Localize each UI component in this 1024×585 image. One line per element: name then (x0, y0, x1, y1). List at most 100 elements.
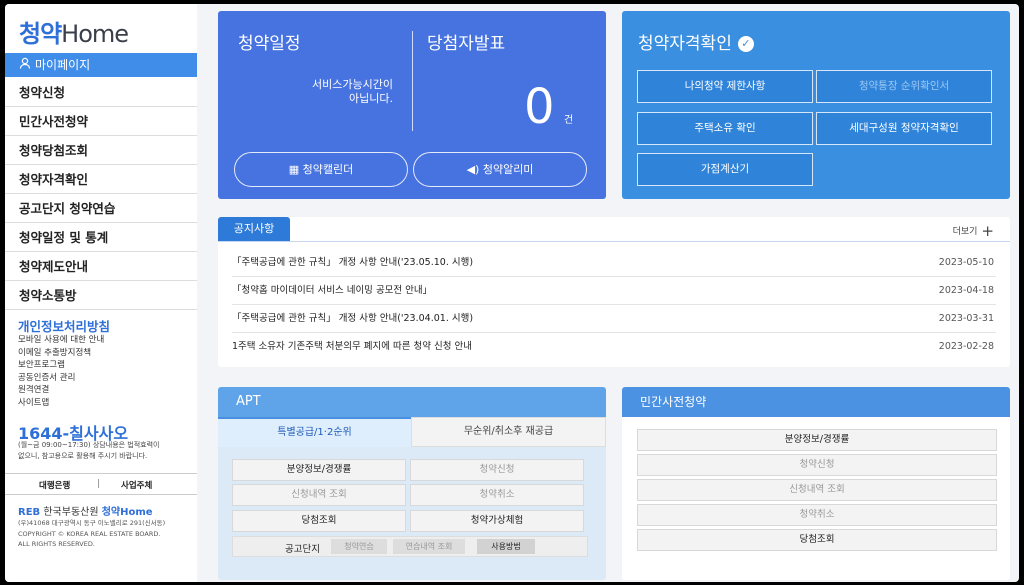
practice-history-chip[interactable]: 연습내역 조회 (393, 539, 465, 554)
apply-history-button[interactable]: 신청내역 조회 (232, 484, 406, 506)
tab-special-supply[interactable]: 특별공급/1·2순위 (218, 417, 411, 447)
footer-links: 모바일 사용에 대한 안내 이메일 추출방지정책 보안프로그램 공동인증서 관리… (18, 334, 104, 410)
sidebar-item-qualification[interactable]: 청약자격확인 (5, 165, 197, 194)
divider (412, 31, 413, 131)
link-certificate[interactable]: 공동인증서 관리 (18, 372, 104, 385)
notice-row[interactable]: 「주택공급에 관한 규칙」 개정 사항 안내('23.05.10. 시행) 202… (232, 249, 996, 277)
link-remote[interactable]: 원격연결 (18, 384, 104, 397)
reb-mark: REB (18, 507, 41, 518)
house-ownership-button[interactable]: 주택소유 확인 (637, 112, 813, 145)
how-to-use-chip[interactable]: 사용방법 (477, 539, 535, 554)
sidebar-menu: 청약신청 민간사전청약 청약당첨조회 청약자격확인 공고단지 청약연습 청약일정… (5, 78, 197, 310)
reb-name: 한국부동산원 (43, 507, 99, 518)
hours-note: (월~금 09:00~17:30) 상담내용은 법적효력이 없으니, 참고용으로… (18, 440, 193, 462)
private-winner-button[interactable]: 당첨조회 (637, 529, 997, 551)
winner-count: 0 (524, 79, 555, 135)
sidebar-item-private-pre[interactable]: 민간사전청약 (5, 107, 197, 136)
divider (218, 241, 1010, 242)
copyright-line: ALL RIGHTS RESERVED. (18, 540, 95, 548)
qualification-title: 청약자격확인 ✓ (638, 29, 754, 54)
bank-link[interactable]: 대행은행 (39, 479, 70, 491)
sale-info-button[interactable]: 분양정보/경쟁률 (232, 459, 406, 481)
sidebar-item-system-guide[interactable]: 청약제도안내 (5, 252, 197, 281)
more-link[interactable]: 더보기 + (953, 222, 994, 240)
page: 청약Home 마이페이지 청약신청 민간사전청약 청약당첨조회 청약자격확인 공… (5, 4, 1019, 582)
notice-date: 2023-02-28 (938, 341, 994, 352)
link-email-policy[interactable]: 이메일 추출방지정책 (18, 347, 104, 360)
private-pre-panel: 민간사전청약 분양정보/경쟁률 청약신청 신청내역 조회 청약취소 당첨조회 (622, 387, 1010, 580)
notice-title: 「주택공급에 관한 규칙」 개정 사항 안내('23.04.01. 시행) (232, 313, 474, 324)
sidebar-item-schedule-stats[interactable]: 청약일정 및 통계 (5, 223, 197, 252)
hours-line: 없으니, 참고용으로 활용해 주시기 바랍니다. (18, 452, 148, 460)
notice-row[interactable]: 「주택공급에 관한 규칙」 개정 사항 안내('23.04.01. 시행) 202… (232, 305, 996, 333)
alarm-button[interactable]: ◀) 청약알리미 (413, 152, 587, 187)
apt-header: APT (218, 387, 606, 417)
cancel-apply-button[interactable]: 청약취소 (410, 484, 584, 506)
sidebar-item-practice[interactable]: 공고단지 청약연습 (5, 194, 197, 223)
household-qualification-button[interactable]: 세대구성원 청약자격확인 (816, 112, 992, 145)
virtual-experience-button[interactable]: 청약가상체험 (410, 510, 584, 532)
divider: | (97, 479, 101, 489)
alarm-label: 청약알리미 (482, 163, 534, 176)
gongo-label: 공고단지 (285, 544, 320, 555)
logo-ko: 청약 (19, 20, 62, 48)
practice-chip[interactable]: 청약연습 (331, 539, 387, 554)
schedule-card: 청약일정 당첨자발표 서비스가능시간이 아닙니다. 0 건 ▦ 청약캘린더 ◀)… (218, 11, 606, 199)
winner-check-button[interactable]: 당첨조회 (232, 510, 406, 532)
point-calculator-button[interactable]: 가점계산기 (637, 153, 813, 186)
gongo-bar: 공고단지 청약연습 연습내역 조회 사용방법 (232, 536, 588, 557)
service-line: 아닙니다. (349, 92, 393, 105)
speaker-icon: ◀) (466, 163, 480, 176)
winner-title[interactable]: 당첨자발표 (427, 29, 505, 54)
reb-logo: REB 한국부동산원 청약Home (18, 503, 153, 518)
reb-brand: 청약Home (101, 507, 153, 518)
qualification-title-text: 청약자격확인 (638, 34, 732, 54)
sidebar-item-apply[interactable]: 청약신청 (5, 78, 197, 107)
check-icon: ✓ (737, 36, 754, 52)
apt-tabs: 특별공급/1·2순위 무순위/취소후 재공급 (218, 417, 606, 447)
apply-button[interactable]: 청약신청 (410, 459, 584, 481)
my-restrictions-button[interactable]: 나의청약 제한사항 (637, 70, 813, 103)
copyright-line: COPYRIGHT © KOREA REAL ESTATE BOARD. (18, 529, 161, 538)
calendar-label: 청약캘린더 (302, 163, 354, 176)
private-sale-info-button[interactable]: 분양정보/경쟁률 (637, 429, 997, 451)
private-pre-header: 민간사전청약 (622, 387, 1010, 417)
address: (우)41068 대구광역시 동구 이노밸리로 291(신서동) COPYRIG… (18, 518, 165, 550)
notice-date: 2023-05-10 (938, 257, 994, 268)
hours-line: (월~금 09:00~17:30) 상담내용은 법적효력이 (18, 441, 160, 449)
sidebar-item-communication[interactable]: 청약소통방 (5, 281, 197, 310)
link-sitemap[interactable]: 사이트맵 (18, 397, 104, 410)
mypage-link[interactable]: 마이페이지 (5, 53, 197, 77)
mypage-label: 마이페이지 (35, 58, 91, 72)
calendar-button[interactable]: ▦ 청약캘린더 (234, 152, 408, 187)
more-label: 더보기 (952, 227, 978, 237)
privacy-policy-link[interactable]: 개인정보처리방침 (18, 316, 110, 335)
private-history-button[interactable]: 신청내역 조회 (637, 479, 997, 501)
notice-date: 2023-03-31 (938, 313, 994, 324)
notice-tab[interactable]: 공지사항 (218, 217, 290, 241)
tab-unranked-resupply[interactable]: 무순위/취소후 재공급 (411, 417, 606, 447)
business-link[interactable]: 사업주체 (121, 479, 152, 491)
service-line: 서비스가능시간이 (312, 78, 393, 91)
notice-row[interactable]: 「청약홈 마이데이터 서비스 네이밍 공모전 안내」 2023-04-18 (232, 277, 996, 305)
calendar-icon: ▦ (288, 163, 300, 176)
qualification-card: 청약자격확인 ✓ 나의청약 제한사항 청약통장 순위확인서 주택소유 확인 세대구… (622, 11, 1010, 199)
link-security-program[interactable]: 보안프로그램 (18, 359, 104, 372)
logo-en: Home (61, 20, 129, 48)
link-mobile-guide[interactable]: 모바일 사용에 대한 안내 (18, 334, 104, 347)
address-line: (우)41068 대구광역시 동구 이노밸리로 291(신서동) (18, 519, 166, 527)
private-cancel-button[interactable]: 청약취소 (637, 504, 997, 526)
notice-title: 「주택공급에 관한 규칙」 개정 사항 안내('23.05.10. 시행) (232, 257, 474, 268)
notice-date: 2023-04-18 (938, 285, 994, 296)
bank-bar: 대행은행 | 사업주체 (5, 473, 197, 495)
notice-title: 「청약홈 마이데이터 서비스 네이밍 공모전 안내」 (232, 285, 433, 296)
schedule-title[interactable]: 청약일정 (238, 29, 301, 54)
private-apply-button[interactable]: 청약신청 (637, 454, 997, 476)
winner-count-unit: 건 (564, 115, 574, 126)
notice-panel: 공지사항 더보기 + 「주택공급에 관한 규칙」 개정 사항 안내('23.05.… (218, 217, 1010, 367)
notice-row[interactable]: 1주택 소유자 기존주택 처분의무 폐지에 따른 청약 신청 안내 2023-02… (232, 333, 996, 361)
account-rank-button[interactable]: 청약통장 순위확인서 (816, 70, 992, 103)
plus-icon: + (981, 222, 994, 240)
sidebar-item-winner[interactable]: 청약당첨조회 (5, 136, 197, 165)
logo[interactable]: 청약Home (19, 14, 129, 49)
